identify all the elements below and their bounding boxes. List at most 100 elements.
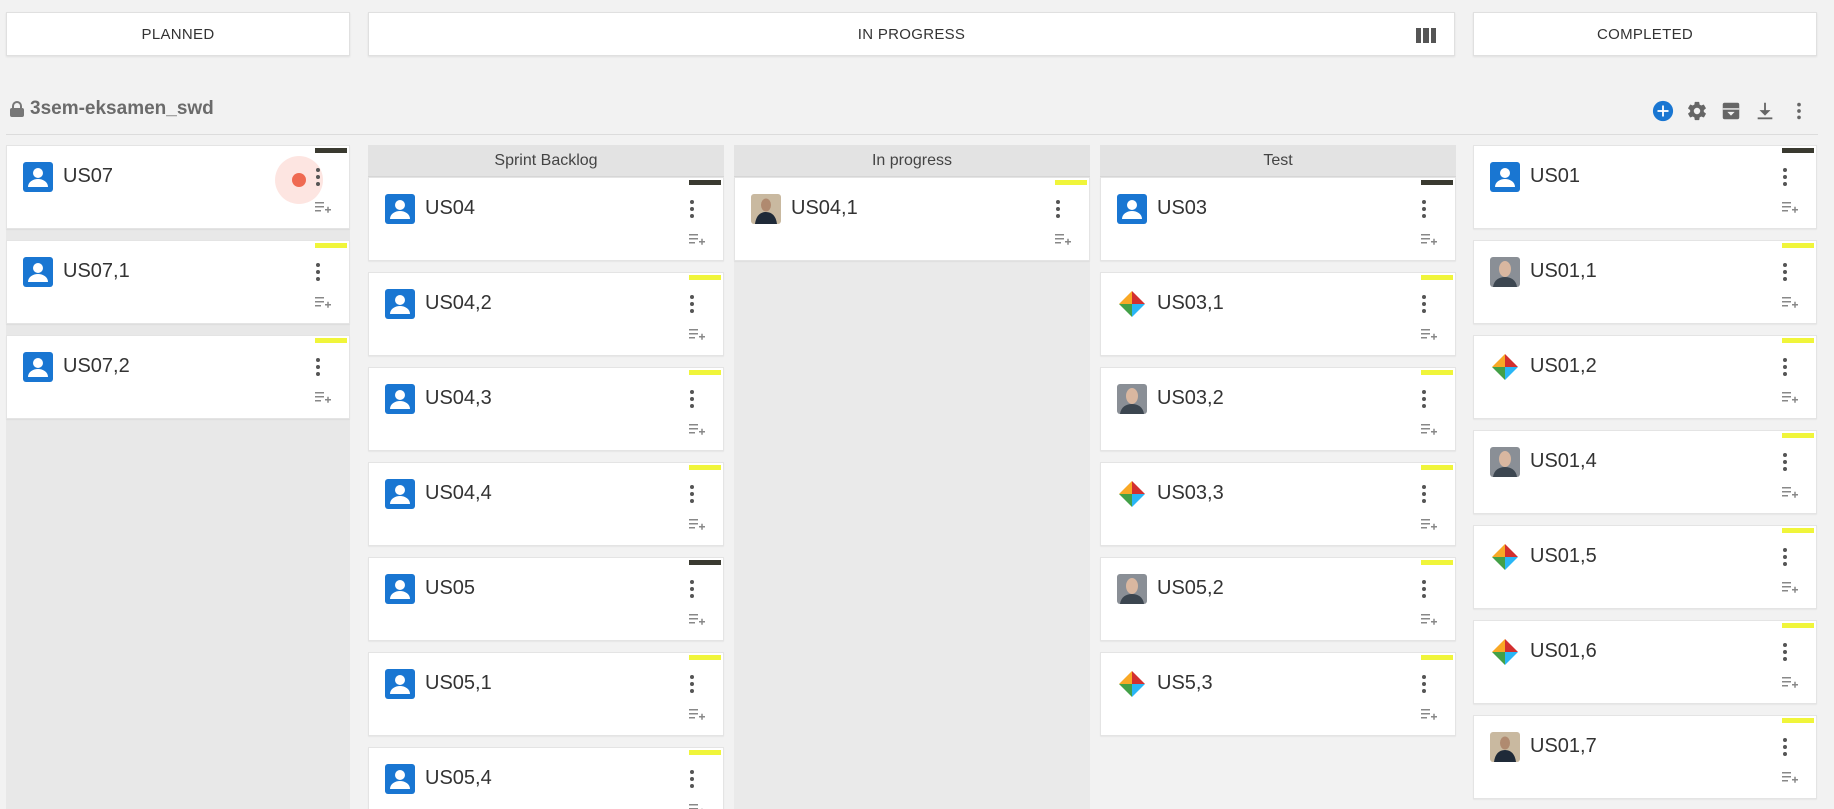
avatar[interactable]: [1117, 479, 1147, 509]
add-subtask-icon[interactable]: [689, 232, 705, 245]
add-subtask-icon[interactable]: [1421, 232, 1437, 245]
columns-icon[interactable]: [1416, 28, 1436, 43]
archive-icon[interactable]: [1720, 100, 1742, 122]
add-subtask-icon[interactable]: [689, 802, 705, 809]
user-avatar-icon[interactable]: [385, 194, 415, 224]
user-avatar-icon[interactable]: [385, 574, 415, 604]
card[interactable]: US01,4: [1473, 430, 1817, 514]
add-subtask-icon[interactable]: [1782, 200, 1798, 213]
card[interactable]: US01,1: [1473, 240, 1817, 324]
card[interactable]: US07,1: [6, 240, 350, 324]
user-avatar-icon[interactable]: [23, 257, 53, 287]
card[interactable]: US03: [1100, 177, 1456, 261]
user-avatar-icon[interactable]: [1490, 162, 1520, 192]
card[interactable]: US05,1: [368, 652, 724, 736]
user-avatar-icon[interactable]: [385, 479, 415, 509]
add-circle-icon[interactable]: [1652, 100, 1674, 122]
avatar[interactable]: [751, 194, 781, 224]
more-vert-icon[interactable]: [1780, 356, 1790, 378]
add-subtask-icon[interactable]: [1421, 612, 1437, 625]
phase-completed[interactable]: COMPLETED: [1473, 12, 1817, 56]
more-vert-icon[interactable]: [1780, 451, 1790, 473]
more-vert-icon[interactable]: [1780, 261, 1790, 283]
avatar[interactable]: [1117, 289, 1147, 319]
avatar[interactable]: [1490, 257, 1520, 287]
more-vert-icon[interactable]: [1419, 578, 1429, 600]
more-vert-icon[interactable]: [1419, 673, 1429, 695]
more-vert-icon[interactable]: [313, 356, 323, 378]
more-vert-icon[interactable]: [1053, 198, 1063, 220]
user-avatar-icon[interactable]: [1117, 194, 1147, 224]
card[interactable]: US05,2: [1100, 557, 1456, 641]
avatar[interactable]: [1117, 574, 1147, 604]
avatar[interactable]: [1117, 384, 1147, 414]
more-vert-icon[interactable]: [687, 483, 697, 505]
more-vert-icon[interactable]: [1780, 641, 1790, 663]
card[interactable]: US01,7: [1473, 715, 1817, 799]
add-subtask-icon[interactable]: [689, 612, 705, 625]
user-avatar-icon[interactable]: [385, 384, 415, 414]
add-subtask-icon[interactable]: [1782, 485, 1798, 498]
add-subtask-icon[interactable]: [315, 390, 331, 403]
add-subtask-icon[interactable]: [689, 327, 705, 340]
more-vert-icon[interactable]: [1419, 388, 1429, 410]
card[interactable]: US03,2: [1100, 367, 1456, 451]
card[interactable]: US04,1: [734, 177, 1090, 261]
add-subtask-icon[interactable]: [1421, 422, 1437, 435]
download-icon[interactable]: [1754, 100, 1776, 122]
card[interactable]: US01: [1473, 145, 1817, 229]
user-avatar-icon[interactable]: [23, 352, 53, 382]
avatar[interactable]: [1490, 352, 1520, 382]
add-subtask-icon[interactable]: [1421, 517, 1437, 530]
card[interactable]: US04: [368, 177, 724, 261]
more-vert-icon[interactable]: [313, 261, 323, 283]
card[interactable]: US05,4: [368, 747, 724, 809]
lane-header-sprint-backlog[interactable]: Sprint Backlog: [368, 145, 724, 177]
card[interactable]: US04,3: [368, 367, 724, 451]
avatar[interactable]: [1490, 637, 1520, 667]
add-subtask-icon[interactable]: [1782, 675, 1798, 688]
add-subtask-icon[interactable]: [689, 422, 705, 435]
card[interactable]: US05: [368, 557, 724, 641]
more-vert-icon[interactable]: [687, 293, 697, 315]
add-subtask-icon[interactable]: [1055, 232, 1071, 245]
add-subtask-icon[interactable]: [1782, 390, 1798, 403]
user-avatar-icon[interactable]: [385, 669, 415, 699]
more-vert-icon[interactable]: [1780, 736, 1790, 758]
add-subtask-icon[interactable]: [1782, 580, 1798, 593]
more-vert-icon[interactable]: [1419, 293, 1429, 315]
add-subtask-icon[interactable]: [689, 707, 705, 720]
card[interactable]: US03,3: [1100, 462, 1456, 546]
add-subtask-icon[interactable]: [315, 200, 331, 213]
gear-icon[interactable]: [1686, 100, 1708, 122]
add-subtask-icon[interactable]: [315, 295, 331, 308]
card[interactable]: US07,2: [6, 335, 350, 419]
add-subtask-icon[interactable]: [1421, 327, 1437, 340]
avatar[interactable]: [1490, 732, 1520, 762]
more-vert-icon[interactable]: [1780, 166, 1790, 188]
card[interactable]: US01,5: [1473, 525, 1817, 609]
card[interactable]: US07: [6, 145, 350, 229]
more-vert-icon[interactable]: [1419, 483, 1429, 505]
more-vert-icon[interactable]: [1419, 198, 1429, 220]
user-avatar-icon[interactable]: [385, 764, 415, 794]
card[interactable]: US03,1: [1100, 272, 1456, 356]
more-vert-icon[interactable]: [313, 166, 323, 188]
add-subtask-icon[interactable]: [1421, 707, 1437, 720]
avatar[interactable]: [1490, 447, 1520, 477]
add-subtask-icon[interactable]: [689, 517, 705, 530]
more-vert-icon[interactable]: [1788, 100, 1810, 122]
card[interactable]: US04,2: [368, 272, 724, 356]
phase-planned[interactable]: PLANNED: [6, 12, 350, 56]
phase-in-progress[interactable]: IN PROGRESS: [368, 12, 1455, 56]
more-vert-icon[interactable]: [687, 768, 697, 790]
add-subtask-icon[interactable]: [1782, 295, 1798, 308]
card[interactable]: US01,2: [1473, 335, 1817, 419]
more-vert-icon[interactable]: [687, 673, 697, 695]
user-avatar-icon[interactable]: [385, 289, 415, 319]
card[interactable]: US04,4: [368, 462, 724, 546]
add-subtask-icon[interactable]: [1782, 770, 1798, 783]
card[interactable]: US01,6: [1473, 620, 1817, 704]
more-vert-icon[interactable]: [687, 578, 697, 600]
user-avatar-icon[interactable]: [23, 162, 53, 192]
